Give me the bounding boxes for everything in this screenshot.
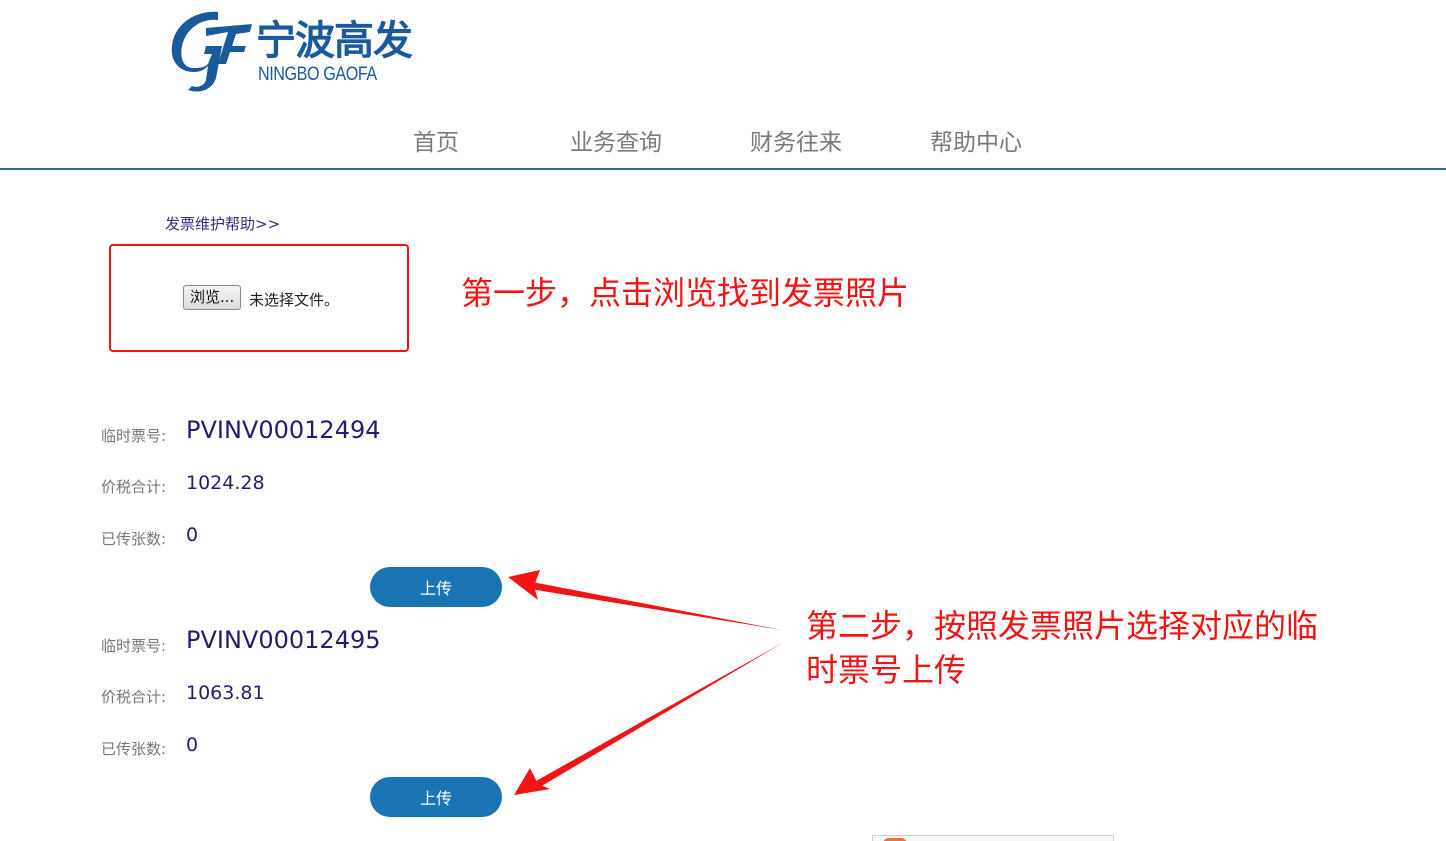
upload-button-1[interactable]: 上传 <box>370 567 502 607</box>
nav-item-business-query[interactable]: 业务查询 <box>570 123 662 157</box>
nav-item-finance[interactable]: 财务往来 <box>750 123 842 157</box>
logo-chinese-name: 宁波高发 <box>256 18 413 64</box>
total-label: 价税合计: <box>101 688 167 706</box>
count-value: 0 <box>186 524 199 546</box>
nav-item-help-center[interactable]: 帮助中心 <box>930 123 1022 157</box>
ticket-number: PVINV00012494 <box>186 416 381 444</box>
count-label: 已传张数: <box>101 740 167 758</box>
total-value: 1063.81 <box>186 682 265 704</box>
page: 宁波高发 NINGBO GAOFA 首页 业务查询 财务往来 帮助中心 发票维护… <box>0 0 1446 841</box>
ticket-number: PVINV00012495 <box>186 626 381 654</box>
site-logo[interactable]: 宁波高发 NINGBO GAOFA <box>166 6 413 92</box>
logo-english-name: NINGBO GAOFA <box>258 64 377 85</box>
count-value: 0 <box>186 734 199 756</box>
ticket-label: 临时票号: <box>101 427 167 445</box>
arrow-to-upload-2 <box>514 642 784 795</box>
ticket-label: 临时票号: <box>101 637 167 655</box>
total-value: 1024.28 <box>186 472 265 494</box>
nav-item-home[interactable]: 首页 <box>413 123 459 157</box>
step2-annotation: 第二步，按照发票照片选择对应的临时票号上传 <box>806 607 1319 689</box>
partial-element <box>872 835 1114 841</box>
upload-button-2[interactable]: 上传 <box>370 777 502 817</box>
count-label: 已传张数: <box>101 530 167 548</box>
step1-annotation: 第一步，点击浏览找到发票照片 <box>461 274 910 312</box>
total-label: 价税合计: <box>101 478 167 496</box>
main-nav: 首页 业务查询 财务往来 帮助中心 <box>0 110 1446 170</box>
invoice-help-link[interactable]: 发票维护帮助>> <box>165 213 280 234</box>
arrow-to-upload-1 <box>508 570 782 630</box>
file-status-text: 未选择文件。 <box>249 291 340 309</box>
gf-logo-icon <box>171 11 252 92</box>
browse-button[interactable]: 浏览... <box>183 285 242 310</box>
file-picker-highlight: 浏览... 未选择文件。 <box>109 244 409 352</box>
